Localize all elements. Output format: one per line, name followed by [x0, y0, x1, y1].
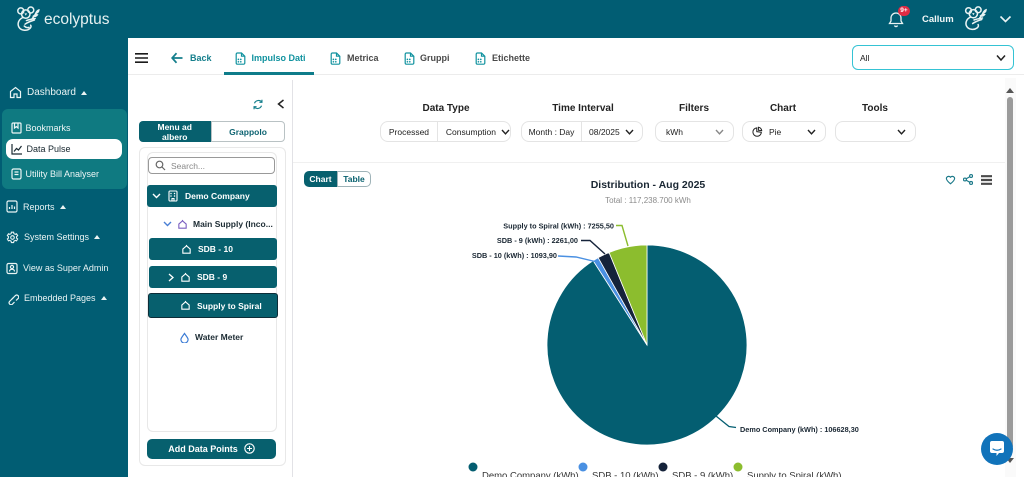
svg-text:Demo Company (kWh): Demo Company (kWh) — [482, 471, 579, 477]
svg-text:Supply to Spiral (kWh) : 7255,: Supply to Spiral (kWh) : 7255,50 — [503, 221, 614, 230]
svg-text:Demo Company (kWh) : 106628,30: Demo Company (kWh) : 106628,30 — [740, 425, 859, 434]
svg-text:SDB - 10 (kWh): SDB - 10 (kWh) — [592, 471, 659, 477]
svg-text:Supply to Spiral (kWh): Supply to Spiral (kWh) — [747, 471, 842, 477]
svg-text:SDB - 10 (kWh) : 1093,90: SDB - 10 (kWh) : 1093,90 — [472, 251, 557, 260]
svg-text:SDB - 9 (kWh): SDB - 9 (kWh) — [672, 471, 733, 477]
svg-text:SDB - 9 (kWh) : 2261,00: SDB - 9 (kWh) : 2261,00 — [497, 236, 578, 245]
